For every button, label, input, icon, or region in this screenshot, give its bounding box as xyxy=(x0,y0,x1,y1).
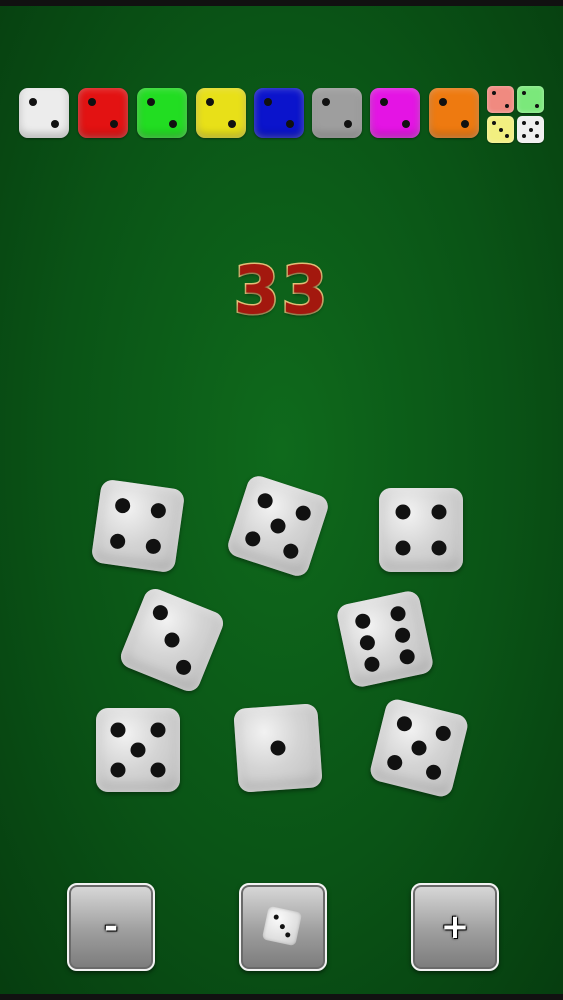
die-pip xyxy=(268,516,288,536)
mixed-mini-die xyxy=(517,116,544,143)
die-3[interactable] xyxy=(379,488,463,572)
die-pip xyxy=(362,655,381,674)
color-palette xyxy=(0,0,563,150)
roll-dice-button[interactable] xyxy=(239,883,327,971)
die-6[interactable] xyxy=(96,708,180,792)
mixed-colors-swatch[interactable] xyxy=(487,86,545,144)
die-1[interactable] xyxy=(90,478,186,574)
die-pip xyxy=(431,504,447,520)
mixed-mini-die xyxy=(517,86,544,113)
die-pip xyxy=(398,647,417,666)
die-pip xyxy=(150,501,168,519)
die-8[interactable] xyxy=(368,697,470,799)
color-magenta-swatch[interactable] xyxy=(370,88,420,138)
die-7[interactable] xyxy=(233,703,323,793)
die-pip xyxy=(394,626,412,645)
color-white-swatch[interactable] xyxy=(19,88,69,138)
die-pip xyxy=(358,633,376,652)
die-pip xyxy=(130,742,146,758)
plus-icon: + xyxy=(440,907,470,947)
add-die-button[interactable]: + xyxy=(411,883,499,971)
die-pip xyxy=(431,540,447,556)
die-pip xyxy=(113,496,131,514)
die-pip xyxy=(255,491,275,511)
bottom-edge xyxy=(0,994,563,1000)
color-orange-swatch[interactable] xyxy=(429,88,479,138)
color-green-swatch[interactable] xyxy=(137,88,187,138)
die-pip xyxy=(395,714,414,733)
die-5[interactable] xyxy=(335,589,435,689)
die-pip xyxy=(108,533,126,551)
die-pip xyxy=(150,722,166,738)
die-pip xyxy=(353,612,372,631)
die-pip xyxy=(385,753,404,772)
die-pip xyxy=(243,529,263,549)
mixed-mini-die xyxy=(487,116,514,143)
die-pip xyxy=(281,541,301,561)
color-yellow-swatch[interactable] xyxy=(196,88,246,138)
color-red-swatch[interactable] xyxy=(78,88,128,138)
minus-icon: - xyxy=(103,907,119,947)
mixed-mini-die xyxy=(487,86,514,113)
die-icon xyxy=(261,905,303,947)
die-pip xyxy=(409,738,429,758)
die-2[interactable] xyxy=(225,473,331,579)
die-pip xyxy=(269,739,287,757)
die-pip xyxy=(150,602,171,623)
remove-die-button[interactable]: - xyxy=(67,883,155,971)
die-pip xyxy=(424,763,443,782)
die-pip xyxy=(434,724,453,743)
die-pip xyxy=(110,722,126,738)
die-pip xyxy=(162,630,182,650)
color-gray-swatch[interactable] xyxy=(312,88,362,138)
die-pip xyxy=(150,762,166,778)
die-4[interactable] xyxy=(117,585,227,695)
die-pip xyxy=(293,503,313,523)
dice-total: 33 xyxy=(232,251,330,331)
die-pip xyxy=(145,538,163,556)
color-blue-swatch[interactable] xyxy=(254,88,304,138)
die-pip xyxy=(173,657,194,678)
die-pip xyxy=(395,504,411,520)
die-pip xyxy=(389,604,408,623)
die-pip xyxy=(110,762,126,778)
die-pip xyxy=(395,540,411,556)
